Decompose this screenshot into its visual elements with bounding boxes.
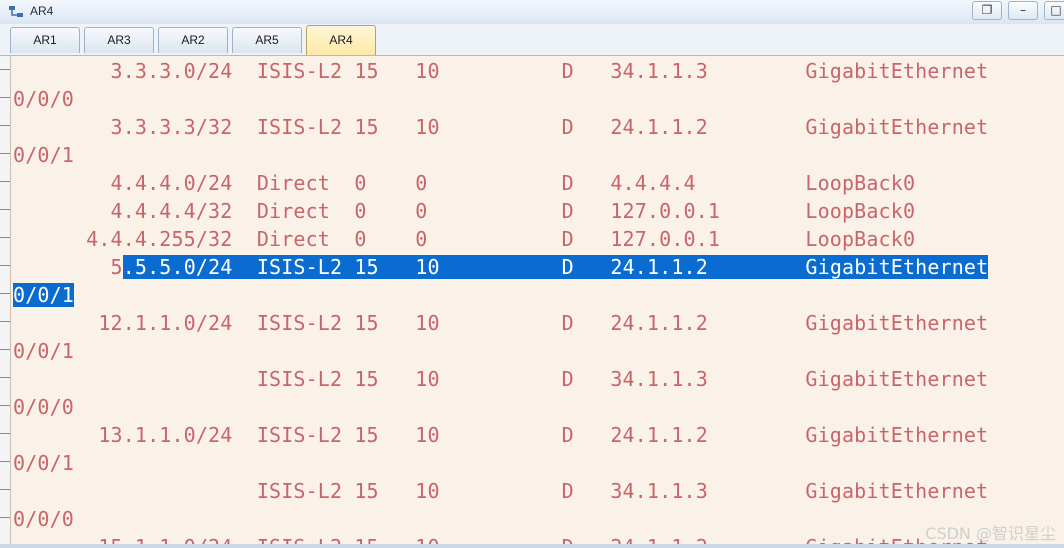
- terminal-line: 0/0/0: [13, 395, 74, 419]
- title-bar: AR4 ❐ – □: [0, 0, 1064, 25]
- terminal-line-selected: 5.5.5.0/24 ISIS-L2 15 10 D 24.1.1.2 Giga…: [13, 253, 989, 281]
- minimize-button[interactable]: –: [1008, 1, 1038, 20]
- terminal-line: 0/0/0: [13, 87, 74, 111]
- terminal-line: 0/0/1: [13, 143, 74, 167]
- watermark: CSDN @智识星尘: [925, 524, 1056, 543]
- terminal-line: 12.1.1.0/24 ISIS-L2 15 10 D 24.1.1.2 Gig…: [13, 311, 989, 335]
- left-window-edge: [0, 56, 10, 544]
- terminal-line: 4.4.4.255/32 Direct 0 0 D 127.0.0.1 Loop…: [13, 227, 916, 251]
- device-tab-strip: AR1 AR3 AR2 AR5 AR4: [0, 24, 1064, 56]
- maximize-button[interactable]: □: [1044, 1, 1064, 20]
- terminal-line-selected: 0/0/1: [13, 281, 74, 309]
- terminal-line: 0/0/1: [13, 339, 74, 363]
- terminal-line: 4.4.4.0/24 Direct 0 0 D 4.4.4.4 LoopBack…: [13, 171, 916, 195]
- selected-line-prefix: 5: [13, 255, 123, 279]
- terminal-line: 0/0/1: [13, 451, 74, 475]
- terminal-line: 0/0/0: [13, 507, 74, 531]
- window-title: AR4: [30, 4, 54, 18]
- tab-ar2[interactable]: AR2: [158, 27, 228, 53]
- terminal-line: 3.3.3.0/24 ISIS-L2 15 10 D 34.1.1.3 Giga…: [13, 59, 989, 83]
- restore-icon: ❐: [981, 3, 993, 17]
- tab-ar4[interactable]: AR4: [306, 25, 376, 55]
- terminal-line: 4.4.4.4/32 Direct 0 0 D 127.0.0.1 LoopBa…: [13, 199, 916, 223]
- minimize-icon: –: [1020, 3, 1026, 17]
- tab-ar5[interactable]: AR5: [232, 27, 302, 53]
- restore-button[interactable]: ❐: [972, 1, 1002, 20]
- terminal-line: ISIS-L2 15 10 D 34.1.1.3 GigabitEthernet: [13, 479, 989, 503]
- selected-text: 0/0/1: [13, 283, 74, 307]
- network-terminal-icon: [9, 6, 23, 17]
- maximize-icon: □: [1050, 3, 1062, 17]
- window-bottom-border: [0, 544, 1064, 548]
- terminal-output[interactable]: 3.3.3.0/24 ISIS-L2 15 10 D 34.1.1.3 Giga…: [10, 56, 1064, 544]
- tab-ar1[interactable]: AR1: [10, 27, 80, 53]
- terminal-line: 15.1.1.0/24 ISIS-L2 15 10 D 24.1.1.2 Gig…: [13, 533, 988, 544]
- terminal-line: ISIS-L2 15 10 D 34.1.1.3 GigabitEthernet: [13, 367, 989, 391]
- tab-ar3[interactable]: AR3: [84, 27, 154, 53]
- terminal-line: 3.3.3.3/32 ISIS-L2 15 10 D 24.1.1.2 Giga…: [13, 115, 989, 139]
- terminal-line: 13.1.1.0/24 ISIS-L2 15 10 D 24.1.1.2 Gig…: [13, 423, 989, 447]
- selected-text: .5.5.0/24 ISIS-L2 15 10 D 24.1.1.2 Gigab…: [122, 255, 989, 279]
